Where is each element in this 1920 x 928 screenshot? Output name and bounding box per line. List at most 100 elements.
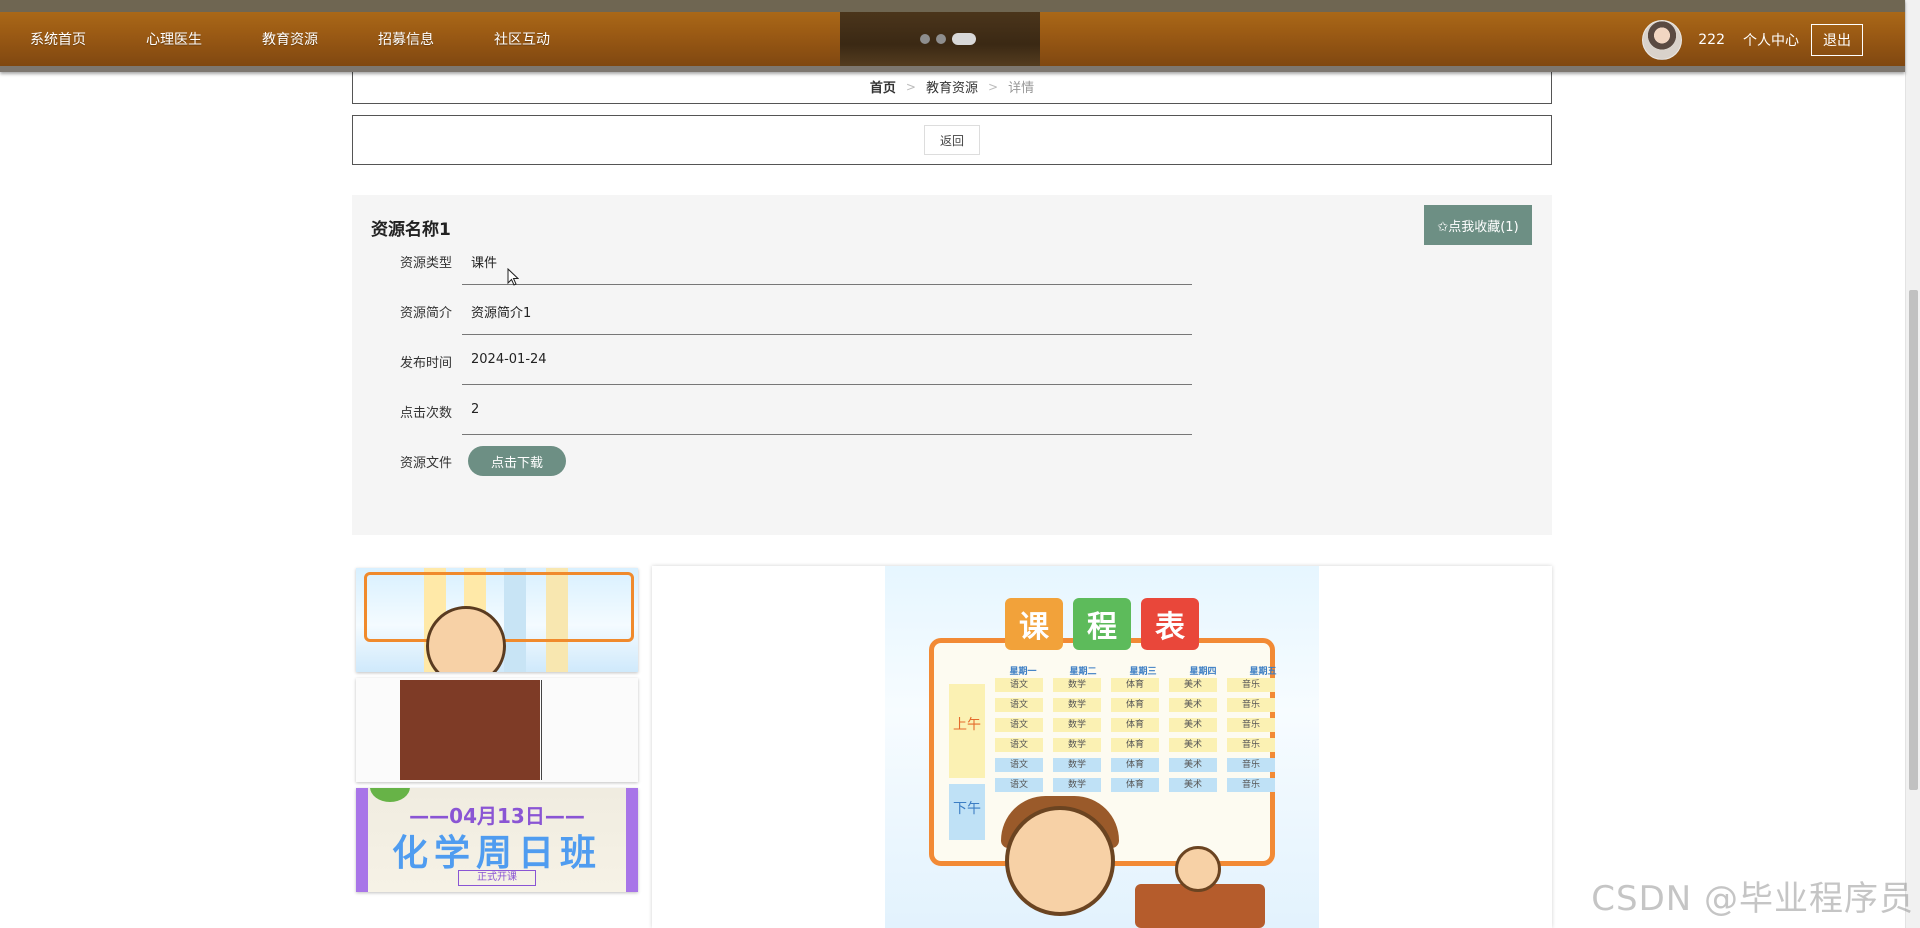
poster-boy-shape — [1005, 806, 1115, 916]
field-label: 资源类型 — [399, 256, 452, 271]
poster-timetable-cell: 音乐 — [1227, 678, 1275, 692]
avatar[interactable] — [1642, 20, 1683, 60]
poster-timetable: 语文 数学 体育 美术 音乐 语文 数学 体育 美术 音乐 语文 数学 体育 美术 音乐 语文 数学 体育 美术 音乐… — [995, 678, 1275, 798]
watermark: CSDN @毕业程序员 — [1591, 879, 1914, 919]
poster-timetable-cell: 语文 — [995, 758, 1043, 772]
poster-timetable-cell: 美术 — [1169, 718, 1217, 732]
poster-day: 星期二 — [1069, 667, 1097, 677]
poster-timetable-cell: 数学 — [1053, 778, 1101, 792]
thumbnail-image[interactable] — [356, 568, 638, 672]
poster-am-label: 上午 — [949, 684, 985, 778]
page-scrollbar[interactable] — [1905, 0, 1920, 928]
field-row-type: 资源类型 课件 — [352, 235, 1552, 285]
username: 222 — [1698, 32, 1725, 48]
poster-title: 课 程 表 — [885, 598, 1319, 650]
poster-timetable-row: 语文 数学 体育 美术 音乐 — [995, 678, 1275, 692]
poster-timetable-cell: 音乐 — [1227, 778, 1275, 792]
thumbnail-book-shape — [400, 680, 540, 780]
field-label: 资源简介 — [399, 306, 452, 321]
back-bar: 返回 — [352, 115, 1552, 165]
breadcrumb-current: 详情 — [1008, 81, 1035, 96]
field-label: 发布时间 — [399, 356, 452, 371]
breadcrumb-section[interactable]: 教育资源 — [926, 77, 978, 96]
field-value: 2024-01-24 — [462, 335, 1192, 385]
field-label: 点击次数 — [399, 406, 452, 421]
poster-timetable-cell: 语文 — [995, 698, 1043, 712]
nav-links: 系统首页 心理医生 教育资源 招募信息 社区互动 — [0, 12, 580, 66]
carousel-dot[interactable] — [936, 34, 946, 44]
poster-timetable-cell: 美术 — [1169, 678, 1217, 692]
field-row-clicks: 点击次数 2 — [352, 385, 1552, 435]
poster-timetable-cell: 数学 — [1053, 698, 1101, 712]
nav-item-recruit[interactable]: 招募信息 — [348, 29, 464, 49]
resource-detail-panel: 资源名称1 ✩点我收藏(1) 资源类型 课件 资源简介 资源简介1 发布时间 2… — [352, 195, 1552, 535]
poster-timetable-cell: 美术 — [1169, 698, 1217, 712]
poster-timetable-cell: 体育 — [1111, 698, 1159, 712]
back-button[interactable]: 返回 — [924, 125, 980, 155]
poster-day: 星期一 — [1009, 667, 1037, 677]
poster-timetable-cell: 语文 — [995, 738, 1043, 752]
nav-item-community[interactable]: 社区互动 — [464, 29, 580, 49]
poster-timetable-row: 语文 数学 体育 美术 音乐 — [995, 698, 1275, 712]
thumbnail-list: ——04月13日—— 化学周日班 正式开课 — [356, 568, 638, 898]
logout-button[interactable]: 退出 — [1811, 24, 1863, 56]
poster-timetable-cell: 数学 — [1053, 718, 1101, 732]
poster-timetable-cell: 美术 — [1169, 738, 1217, 752]
mouse-cursor-icon — [507, 268, 519, 286]
breadcrumb: 首页 > 教育资源 > 详情 — [352, 70, 1552, 104]
main-image-viewer: 课 程 表 星期一 星期二 星期三 星期四 星期五 上午 下午 语文 数学 体育 美术… — [652, 566, 1552, 928]
field-label: 资源文件 — [399, 456, 452, 471]
poster-timetable-cell: 体育 — [1111, 738, 1159, 752]
poster-timetable-row: 语文 数学 体育 美术 音乐 — [995, 778, 1275, 792]
poster-timetable-cell: 音乐 — [1227, 718, 1275, 732]
thumbnail-image[interactable] — [356, 678, 638, 782]
thumbnail-tag-text: 正式开课 — [458, 870, 536, 886]
poster-timetable-cell: 数学 — [1053, 678, 1101, 692]
poster-day: 星期三 — [1129, 667, 1157, 677]
poster-pm-label: 下午 — [949, 784, 985, 840]
download-button[interactable]: 点击下载 — [468, 446, 566, 476]
field-row-file: 资源文件 点击下载 — [352, 435, 1552, 485]
breadcrumb-separator: > — [905, 79, 916, 94]
poster-title-tile: 课 — [1005, 598, 1063, 650]
poster-timetable-cell: 体育 — [1111, 758, 1159, 772]
field-row-date: 发布时间 2024-01-24 — [352, 335, 1552, 385]
user-center-link[interactable]: 个人中心 — [1743, 30, 1799, 50]
poster-girl-shape — [1175, 846, 1221, 892]
poster-timetable-row: 语文 数学 体育 美术 音乐 — [995, 738, 1275, 752]
breadcrumb-home[interactable]: 首页 — [870, 77, 896, 96]
thumbnail-title-text: 化学周日班 — [391, 833, 602, 874]
poster-timetable-row: 语文 数学 体育 美术 音乐 — [995, 718, 1275, 732]
carousel-dot[interactable] — [920, 34, 930, 44]
poster-timetable-cell: 数学 — [1053, 738, 1101, 752]
poster-timetable-cell: 音乐 — [1227, 738, 1275, 752]
field-value: 资源简介1 — [462, 285, 1192, 335]
carousel-dots — [920, 33, 976, 45]
poster-timetable-cell: 数学 — [1053, 758, 1101, 772]
breadcrumb-separator: > — [988, 79, 999, 94]
main-image[interactable]: 课 程 表 星期一 星期二 星期三 星期四 星期五 上午 下午 语文 数学 体育 美术… — [885, 566, 1319, 928]
thumbnail-image[interactable]: ——04月13日—— 化学周日班 正式开课 — [356, 788, 638, 892]
nav-item-doctor[interactable]: 心理医生 — [116, 29, 232, 49]
scrollbar-thumb[interactable] — [1909, 290, 1918, 790]
carousel-dot-active[interactable] — [952, 33, 976, 45]
poster-day: 星期四 — [1189, 667, 1217, 677]
poster-day: 星期五 — [1249, 667, 1277, 677]
poster-timetable-row: 语文 数学 体育 美术 音乐 — [995, 758, 1275, 772]
nav-item-home[interactable]: 系统首页 — [0, 29, 116, 49]
poster-title-tile: 表 — [1141, 598, 1199, 650]
poster-timetable-cell: 音乐 — [1227, 758, 1275, 772]
poster-timetable-cell: 音乐 — [1227, 698, 1275, 712]
top-nav: 系统首页 心理医生 教育资源 招募信息 社区互动 222 个人中心 退出 — [0, 0, 1905, 72]
poster-timetable-cell: 语文 — [995, 678, 1043, 692]
poster-timetable-cell: 体育 — [1111, 778, 1159, 792]
poster-timetable-cell: 语文 — [995, 778, 1043, 792]
nav-item-resources[interactable]: 教育资源 — [232, 29, 348, 49]
poster-timetable-cell: 体育 — [1111, 678, 1159, 692]
poster-timetable-cell: 语文 — [995, 718, 1043, 732]
poster-days: 星期一 星期二 星期三 星期四 星期五 — [995, 664, 1291, 677]
field-value: 课件 — [462, 235, 1192, 285]
field-row-intro: 资源简介 资源简介1 — [352, 285, 1552, 335]
thumbnail-divider — [541, 680, 542, 780]
field-value: 2 — [462, 385, 1192, 435]
